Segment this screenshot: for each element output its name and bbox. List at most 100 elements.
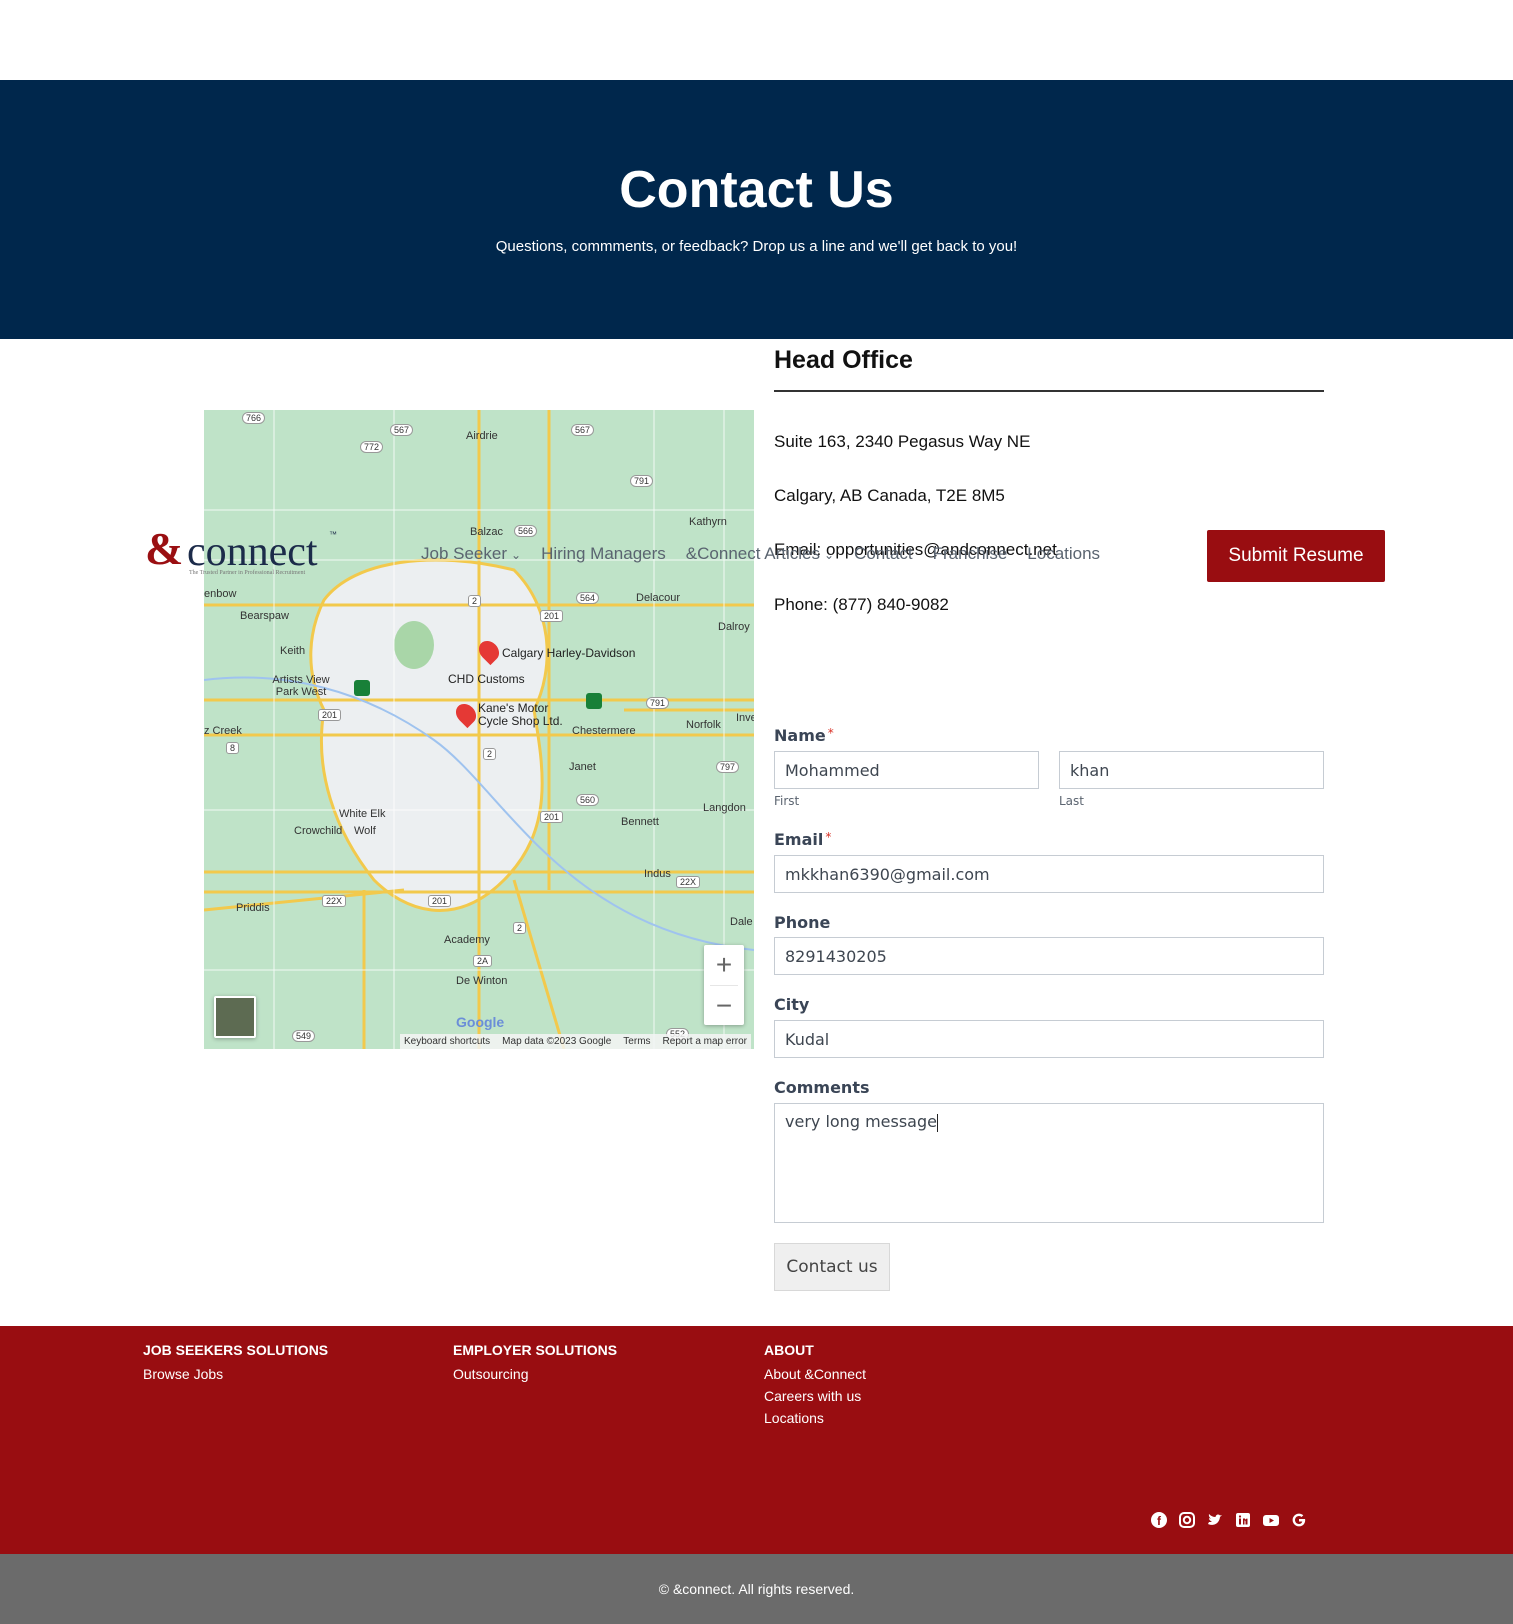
map-highway-shield: 791 bbox=[646, 697, 670, 709]
map-highway-shield: 791 bbox=[630, 475, 654, 487]
hero-banner: Contact Us Questions, commments, or feed… bbox=[0, 80, 1513, 339]
google-map[interactable]: Airdrie Balzac Kathyrn Delacour Dalroy B… bbox=[204, 410, 754, 1049]
map-place-label: Bearspaw bbox=[240, 610, 289, 622]
logo-trademark: ™ bbox=[329, 530, 337, 539]
office-address-line2: Calgary, AB Canada, T2E 8M5 bbox=[774, 486, 1005, 505]
site-logo[interactable]: & connect ™ The Trusted Partner in Profe… bbox=[145, 523, 345, 580]
chevron-down-icon: ⌄ bbox=[823, 548, 835, 562]
footer-link-outsourcing[interactable]: Outsourcing bbox=[453, 1366, 617, 1382]
map-place-label: Wolf bbox=[354, 825, 376, 837]
office-phone[interactable]: Phone: (877) 840-9082 bbox=[774, 595, 949, 615]
map-place-label: Delacour bbox=[636, 592, 681, 604]
map-highway-shield: 2A bbox=[473, 955, 493, 967]
youtube-icon[interactable] bbox=[1262, 1511, 1280, 1529]
city-label: City bbox=[774, 995, 810, 1014]
office-divider bbox=[774, 390, 1324, 392]
phone-label: Phone bbox=[774, 913, 831, 932]
park-icon bbox=[586, 693, 602, 709]
nav-item-job-seeker[interactable]: Job Seeker ⌄ bbox=[421, 544, 521, 564]
map-highway-shield: 549 bbox=[292, 1030, 316, 1042]
map-place-label: Bennett bbox=[621, 816, 659, 828]
map-poi-label[interactable]: Calgary Harley-Davidson bbox=[502, 646, 635, 660]
email-label-text: Email bbox=[774, 830, 824, 849]
footer-link-browse-jobs[interactable]: Browse Jobs bbox=[143, 1366, 328, 1382]
keyboard-shortcuts-link[interactable]: Keyboard shortcuts bbox=[404, 1036, 490, 1047]
map-place-label: z Creek bbox=[204, 725, 242, 737]
map-place-label: Dalroy bbox=[718, 621, 750, 633]
main-nav: Job Seeker ⌄ Hiring Managers &Connect Art… bbox=[421, 544, 1100, 564]
footer-link-locations[interactable]: Locations bbox=[764, 1410, 866, 1426]
map-highway-shield: 2 bbox=[468, 595, 482, 607]
comments-label: Comments bbox=[774, 1078, 870, 1097]
footer-heading: ABOUT bbox=[764, 1342, 814, 1358]
comments-textarea[interactable]: very long message bbox=[774, 1103, 1324, 1223]
map-layer-toggle[interactable] bbox=[214, 996, 256, 1038]
park-icon bbox=[354, 680, 370, 696]
map-place-label: Norfolk bbox=[686, 719, 721, 731]
linkedin-icon[interactable] bbox=[1234, 1511, 1252, 1529]
nav-item-label: &Connect Articles bbox=[685, 544, 820, 563]
nav-item-franchise[interactable]: Franchise bbox=[933, 544, 1008, 564]
footer-column-about: ABOUT About &Connect Careers with us Loc… bbox=[764, 1342, 866, 1432]
map-place-label: Airdrie bbox=[466, 430, 498, 442]
last-name-sublabel: Last bbox=[1059, 794, 1084, 808]
map-poi-label[interactable]: Kane's Motor Cycle Shop Ltd. bbox=[478, 702, 578, 728]
nav-item-hiring-managers[interactable]: Hiring Managers bbox=[541, 544, 666, 564]
map-highway-shield: 22X bbox=[676, 876, 701, 888]
report-map-error-link[interactable]: Report a map error bbox=[663, 1036, 747, 1047]
email-input[interactable]: mkkhan6390@gmail.com bbox=[774, 855, 1324, 893]
nav-item-contact[interactable]: Contact bbox=[854, 544, 913, 564]
first-name-input[interactable]: Mohammed bbox=[774, 751, 1039, 789]
contact-us-button[interactable]: Contact us bbox=[774, 1243, 890, 1291]
map-place-label: Balzac bbox=[470, 526, 504, 538]
city-input[interactable]: Kudal bbox=[774, 1020, 1324, 1058]
map-place-label: Dale bbox=[730, 916, 753, 928]
map-highway-shield: 22X bbox=[322, 895, 347, 907]
terms-link[interactable]: Terms bbox=[623, 1036, 650, 1047]
instagram-icon[interactable] bbox=[1178, 1511, 1196, 1529]
map-place-label: Chestermere bbox=[572, 725, 636, 737]
zoom-in-button[interactable]: + bbox=[704, 945, 744, 985]
social-links: f bbox=[1150, 1511, 1308, 1529]
submit-resume-button[interactable]: Submit Resume bbox=[1207, 530, 1385, 582]
map-place-label: Crowchild bbox=[294, 825, 343, 837]
nav-item-label: Job Seeker bbox=[421, 544, 507, 563]
name-label-text: Name bbox=[774, 726, 826, 745]
site-footer: JOB SEEKERS SOLUTIONS Browse Jobs EMPLOY… bbox=[0, 1326, 1513, 1554]
last-name-input[interactable]: khan bbox=[1059, 751, 1324, 789]
map-place-label: Keith bbox=[280, 645, 306, 657]
copyright-bar: © &connect. All rights reserved. bbox=[0, 1554, 1513, 1624]
twitter-icon[interactable] bbox=[1206, 1511, 1224, 1529]
map-poi-label[interactable]: CHD Customs bbox=[448, 672, 525, 686]
phone-input[interactable]: 8291430205 bbox=[774, 937, 1324, 975]
map-data-text: Map data ©2023 Google bbox=[502, 1036, 612, 1047]
facebook-icon[interactable]: f bbox=[1150, 1511, 1168, 1529]
map-highway-shield: 567 bbox=[390, 424, 414, 436]
zoom-out-button[interactable]: − bbox=[704, 986, 744, 1026]
footer-heading: EMPLOYER SOLUTIONS bbox=[453, 1342, 618, 1358]
map-highway-shield: 201 bbox=[428, 895, 452, 907]
map-place-label: White Elk bbox=[339, 808, 386, 820]
footer-column-employer: EMPLOYER SOLUTIONS Outsourcing bbox=[453, 1342, 617, 1388]
required-marker: * bbox=[827, 726, 834, 740]
footer-link-about[interactable]: About &Connect bbox=[764, 1366, 866, 1382]
office-title: Head Office bbox=[774, 346, 913, 374]
map-highway-shield: 797 bbox=[716, 761, 740, 773]
google-logo: Google bbox=[456, 1014, 505, 1030]
google-icon[interactable] bbox=[1290, 1511, 1308, 1529]
office-address-line1: Suite 163, 2340 Pegasus Way NE bbox=[774, 432, 1031, 451]
page-subtitle: Questions, commments, or feedback? Drop … bbox=[495, 238, 1018, 255]
footer-heading: JOB SEEKERS SOLUTIONS bbox=[143, 1342, 329, 1358]
map-highway-shield: 772 bbox=[360, 441, 384, 453]
copyright-text: © &connect. All rights reserved. bbox=[658, 1581, 855, 1597]
name-label: Name * bbox=[774, 726, 834, 745]
map-place-label: Inve bbox=[736, 712, 754, 724]
footer-link-careers[interactable]: Careers with us bbox=[764, 1388, 866, 1404]
text-caret bbox=[936, 1113, 938, 1132]
logo-wordmark: connect bbox=[187, 529, 318, 575]
logo-tagline: The Trusted Partner in Professional Recr… bbox=[189, 570, 306, 576]
nav-item-locations[interactable]: Locations bbox=[1027, 544, 1100, 564]
map-highway-shield: 566 bbox=[514, 525, 538, 537]
map-highway-shield: 2 bbox=[483, 748, 497, 760]
nav-item-connect-articles[interactable]: &Connect Articles ⌄ bbox=[686, 544, 834, 564]
